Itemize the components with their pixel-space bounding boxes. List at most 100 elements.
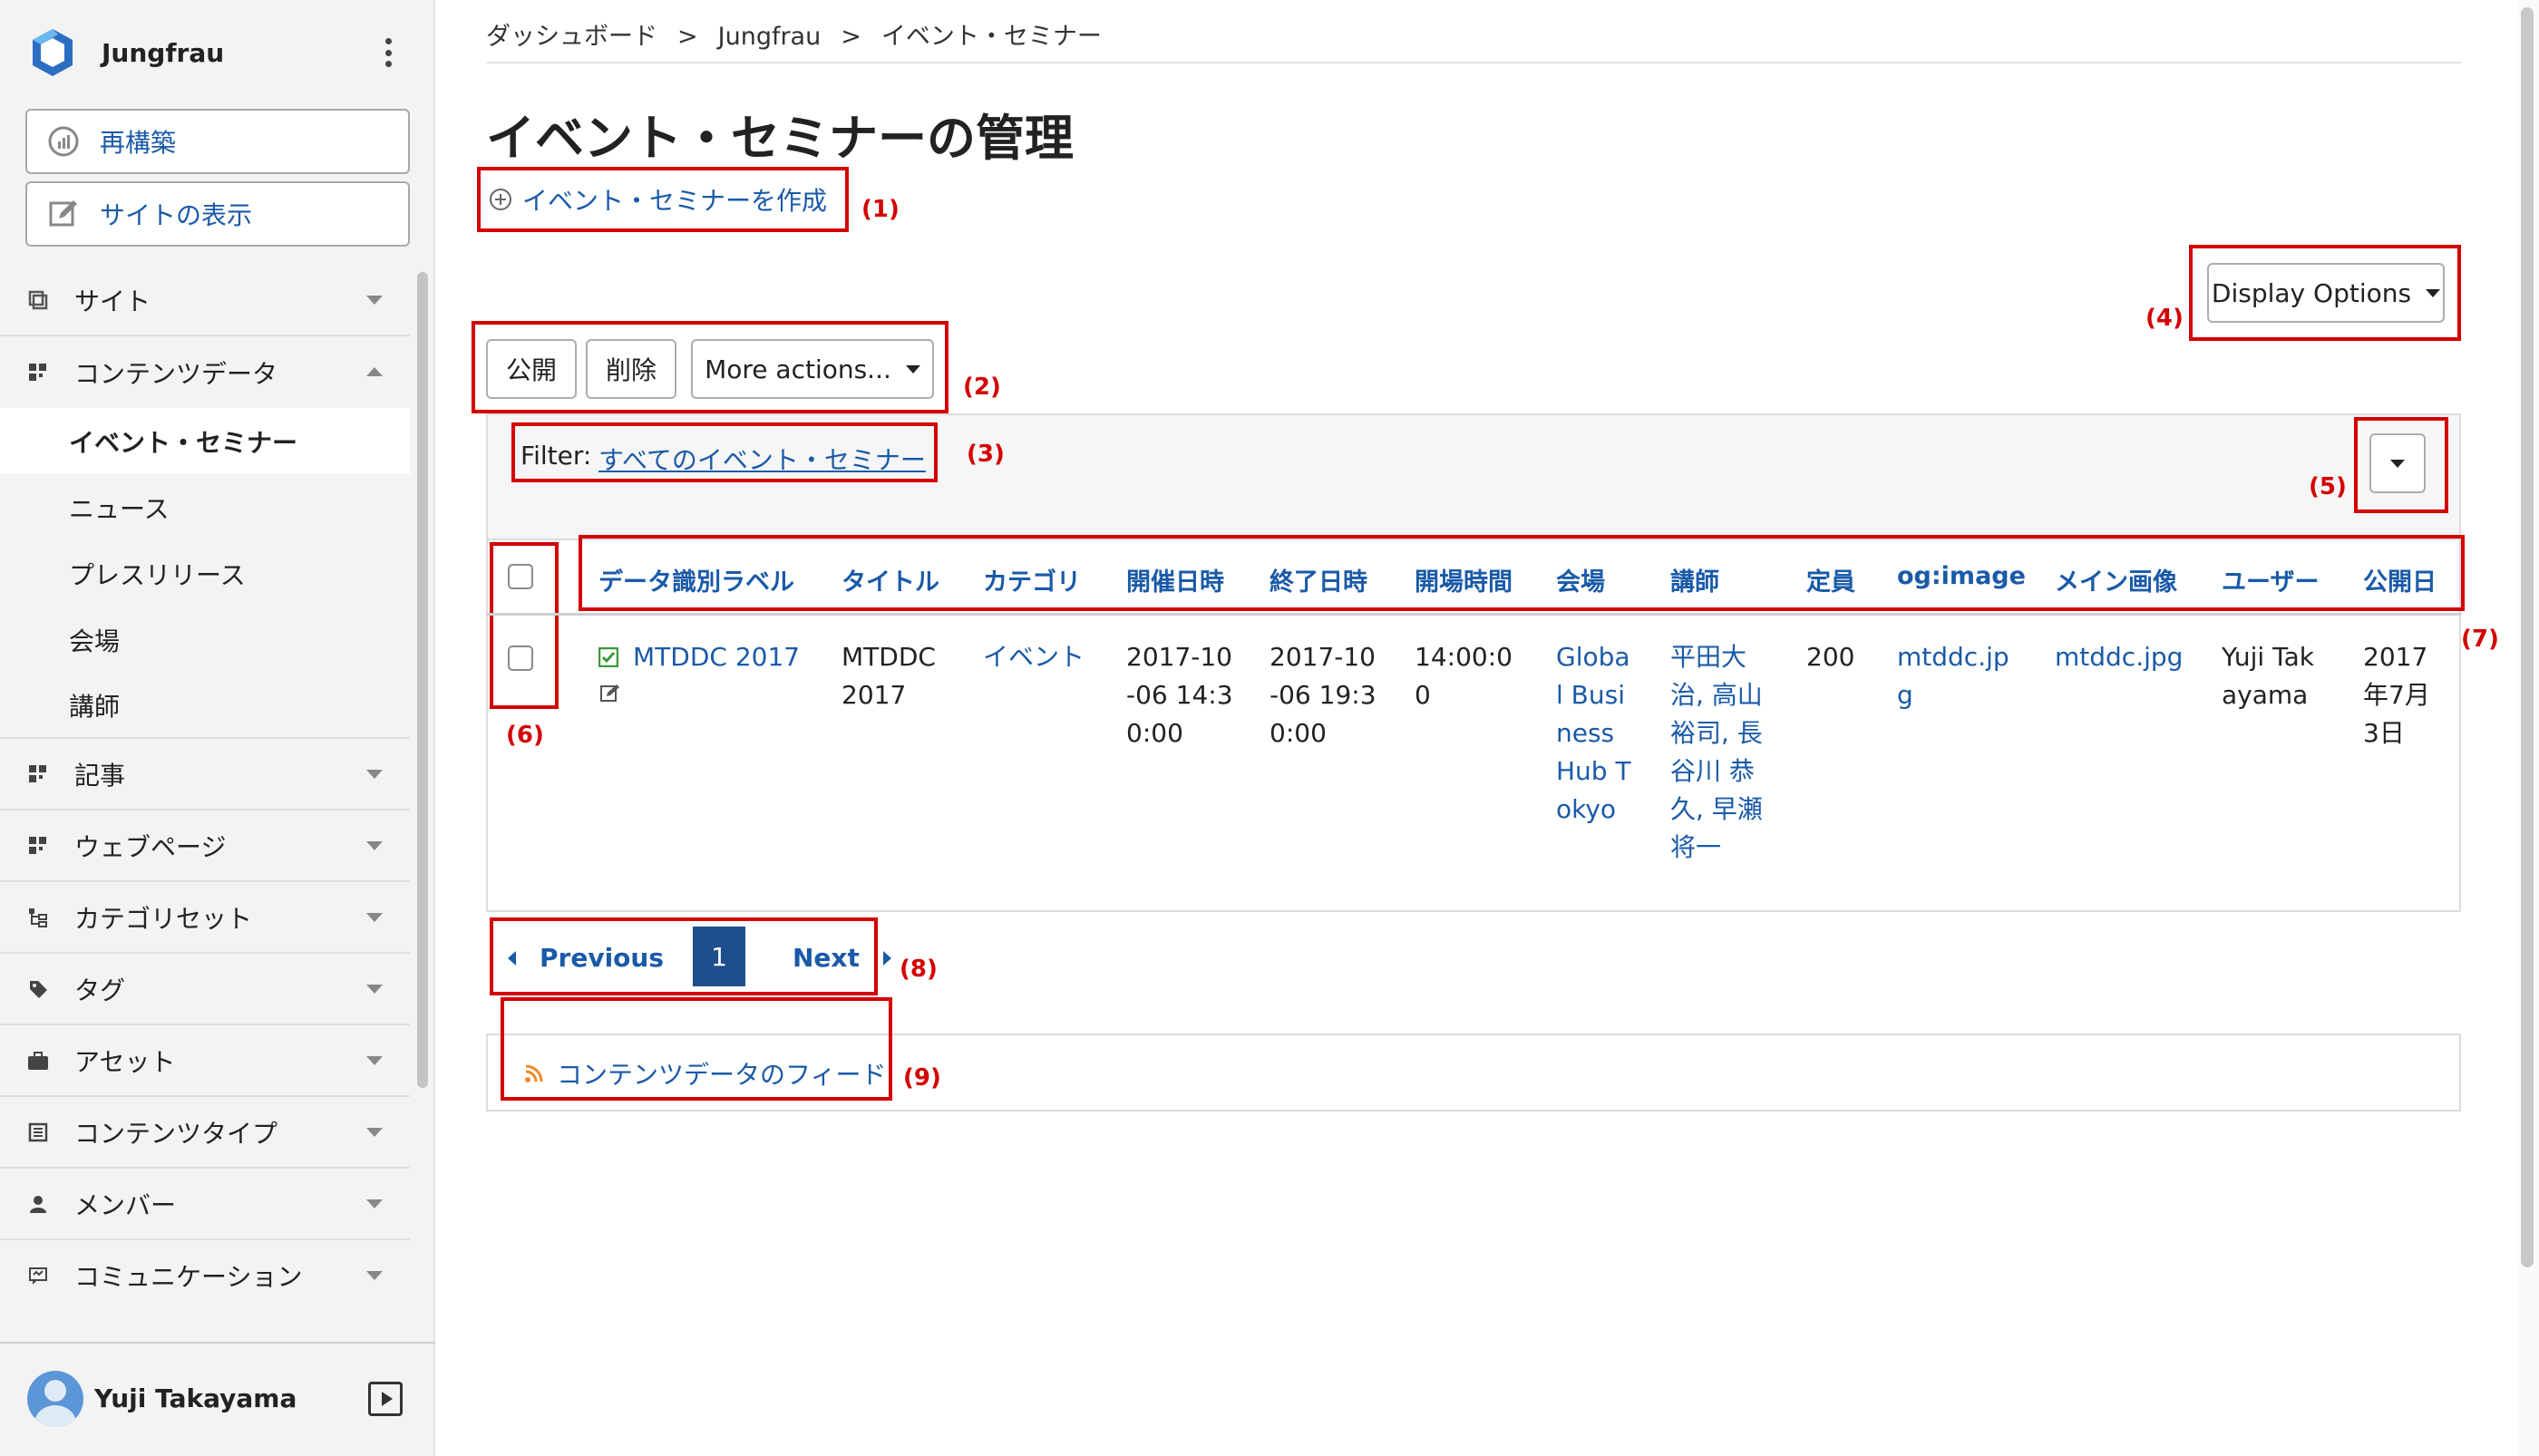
breadcrumb-current: イベント・セミナー <box>880 23 1102 51</box>
window-scrollbar[interactable] <box>2517 0 2539 1456</box>
column-header-category[interactable]: カテゴリ <box>983 562 1081 597</box>
breadcrumb-site[interactable]: Jungfrau <box>718 23 822 51</box>
cell-venue[interactable]: Globa l Busi ness Hub T okyo <box>1556 638 1631 829</box>
column-header-end[interactable]: 終了日時 <box>1270 562 1367 597</box>
site-logo-icon[interactable] <box>25 25 80 80</box>
sidebar-item-asset[interactable]: アセット <box>0 1025 410 1097</box>
select-all-checkbox[interactable] <box>508 564 533 589</box>
sidebar-item-label: メンバー <box>74 1189 177 1220</box>
sidebar-item-pages[interactable]: ウェブページ <box>0 811 410 882</box>
display-options-button[interactable]: Display Options <box>2207 263 2445 323</box>
sidebar-item-label: コンテンツタイプ <box>74 1118 278 1149</box>
annotation-label-2: (2) <box>963 374 1001 401</box>
sidebar-item-tag[interactable]: タグ <box>0 954 410 1025</box>
cell-category[interactable]: イベント <box>983 638 1085 676</box>
chevron-down-icon <box>366 985 383 994</box>
pagination-next[interactable]: Next <box>793 943 891 973</box>
sidebar-subitem-events[interactable]: イベント・セミナー <box>0 408 410 474</box>
cell-line: 年7月 <box>2363 680 2430 710</box>
sidebar-item-member[interactable]: メンバー <box>0 1169 410 1240</box>
cell-line: g <box>1897 680 1913 710</box>
edit-icon <box>45 196 82 232</box>
cell-main-image[interactable]: mtddc.jpg <box>2055 638 2183 676</box>
user-name[interactable]: Yuji Takayama <box>94 1383 297 1413</box>
sidebar-item-communication[interactable]: コミュニケーション <box>0 1240 410 1307</box>
sidebar-item-category-set[interactable]: カテゴリセット <box>0 882 410 954</box>
column-header-open[interactable]: 開場時間 <box>1415 562 1513 597</box>
chevron-down-icon <box>366 296 383 305</box>
column-toggle-button[interactable] <box>2369 433 2426 493</box>
cell-line: mtddc.jp <box>1897 642 2009 672</box>
feed-label: コンテンツデータのフィード <box>557 1060 887 1090</box>
column-header-main-image[interactable]: メイン画像 <box>2055 562 2177 597</box>
create-event-link[interactable]: イベント・セミナーを作成 <box>490 181 827 218</box>
cell-speakers[interactable]: 平田大 治, 高山 裕司, 長 谷川 恭 久, 早瀬 将一 <box>1670 638 1763 867</box>
column-header-published[interactable]: 公開日 <box>2363 562 2437 597</box>
cell-open: 14:00:0 0 <box>1415 638 1513 714</box>
more-actions-button[interactable]: More actions... <box>691 339 934 399</box>
column-header-og-image[interactable]: og:image <box>1897 562 2026 590</box>
column-header-label[interactable]: データ識別ラベル <box>598 562 794 597</box>
rebuild-button[interactable]: 再構築 <box>25 109 410 174</box>
cell-line: ness <box>1556 718 1615 748</box>
cell-line: 谷川 恭 <box>1670 756 1755 786</box>
sidebar-scrollbar[interactable] <box>417 272 428 1088</box>
sidebar-item-content-type[interactable]: コンテンツタイプ <box>0 1097 410 1169</box>
breadcrumb-dashboard[interactable]: ダッシュボード <box>486 23 657 51</box>
cell-line: 将一 <box>1670 832 1722 862</box>
view-site-label: サイトの表示 <box>100 200 253 230</box>
page-title: イベント・セミナーの管理 <box>486 110 1074 167</box>
cell-line: l Busi <box>1556 680 1626 710</box>
view-site-button[interactable]: サイトの表示 <box>25 181 410 247</box>
column-header-speakers[interactable]: 講師 <box>1670 562 1719 597</box>
cell-line: Hub T <box>1556 756 1631 786</box>
breadcrumb-separator: > <box>677 23 698 51</box>
column-header-title[interactable]: タイトル <box>841 562 939 597</box>
annotation-label-1: (1) <box>861 196 900 223</box>
scrollbar-thumb[interactable] <box>2521 7 2534 1267</box>
table-row-label[interactable]: MTDDC 2017 <box>598 638 800 676</box>
cell-capacity: 200 <box>1806 642 1855 672</box>
pagination-previous[interactable]: Previous <box>508 943 664 973</box>
annotation-label-3: (3) <box>967 441 1005 468</box>
sidebar-item-content-data[interactable]: コンテンツデータ <box>0 336 410 408</box>
column-header-venue[interactable]: 会場 <box>1556 562 1605 597</box>
sidebar-item-site[interactable]: サイト <box>0 265 410 336</box>
kebab-menu-icon[interactable] <box>377 34 399 71</box>
sidebar-nav: サイト コンテンツデータ イベント・セミナー ニュース プレスリリース 会場 講… <box>0 265 410 1307</box>
row-checkbox[interactable] <box>508 645 533 671</box>
play-icon[interactable] <box>368 1382 403 1416</box>
cell-line: 治, 高山 <box>1670 680 1763 710</box>
pagination-current-page[interactable]: 1 <box>693 927 745 986</box>
sidebar-subitem-press[interactable]: プレスリリース <box>0 540 410 607</box>
sidebar-subitem-speaker[interactable]: 講師 <box>0 673 410 739</box>
column-header-user[interactable]: ユーザー <box>2222 562 2319 597</box>
row-label-text: MTDDC 2017 <box>633 642 801 672</box>
avatar[interactable] <box>27 1371 83 1427</box>
annotation-label-9: (9) <box>903 1064 941 1092</box>
published-check-icon <box>598 647 618 667</box>
sidebar-footer: Yuji Takayama <box>0 1342 435 1456</box>
column-header-capacity[interactable]: 定員 <box>1806 562 1855 597</box>
cell-title: MTDDC 2017 <box>841 638 936 714</box>
edit-icon[interactable] <box>600 684 620 704</box>
cell-og-image[interactable]: mtddc.jp g <box>1897 638 2009 714</box>
chevron-down-icon <box>366 1056 383 1065</box>
cell-end: 2017-10 -06 19:3 0:00 <box>1270 638 1377 752</box>
cell-line: 2017 <box>2363 642 2428 672</box>
sidebar-subitem-news[interactable]: ニュース <box>0 474 410 540</box>
sidebar-item-entries[interactable]: 記事 <box>0 739 410 811</box>
next-label: Next <box>793 943 860 973</box>
chevron-down-icon <box>366 1271 383 1280</box>
delete-button[interactable]: 削除 <box>586 339 676 399</box>
column-header-start[interactable]: 開催日時 <box>1126 562 1224 597</box>
site-name[interactable]: Jungfrau <box>102 38 224 68</box>
cell-line: 0:00 <box>1126 718 1183 748</box>
cell-line: -06 19:3 <box>1270 680 1377 710</box>
sidebar-subitem-venue[interactable]: 会場 <box>0 607 410 673</box>
cell-line: Yuji Tak <box>2222 642 2314 672</box>
content-data-feed-link[interactable]: コンテンツデータのフィード <box>524 1055 886 1092</box>
content-type-icon <box>27 1121 49 1143</box>
publish-button[interactable]: 公開 <box>486 339 577 399</box>
cell-line: 0 <box>1415 680 1431 710</box>
